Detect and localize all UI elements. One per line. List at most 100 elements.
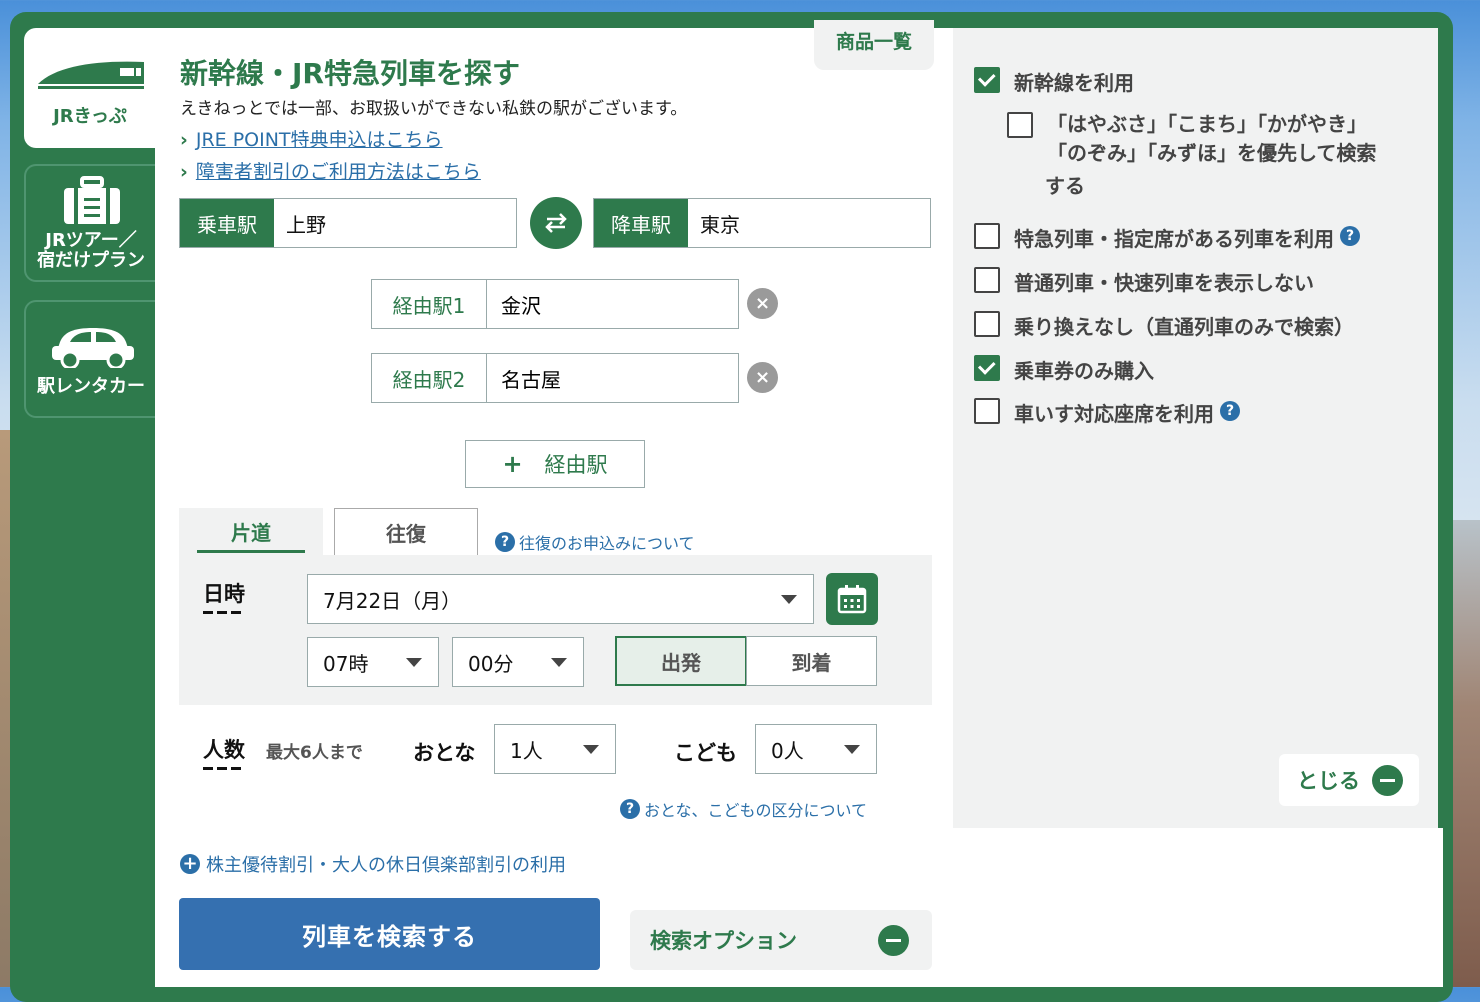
clear-via-2-button[interactable]: × — [747, 362, 778, 393]
discount-toggle-link[interactable]: + 株主優待割引・大人の休日倶楽部割引の利用 — [180, 851, 566, 877]
help-icon[interactable]: ? — [1340, 226, 1360, 246]
swap-stations-button[interactable] — [530, 197, 582, 249]
close-options-button[interactable]: とじる — [1279, 754, 1419, 806]
dropdown-arrow-icon — [406, 658, 422, 667]
via-station-2-field[interactable]: 経由駅2 名古屋 — [371, 353, 739, 403]
option-no-transfer-label: 乗り換えなし（直通列車のみで検索） — [1014, 315, 1354, 339]
nav-label-jr-ticket: JRきっぷ — [53, 106, 127, 127]
nav-item-rentacar[interactable]: 駅レンタカー — [24, 300, 156, 418]
minus-circle-icon — [1372, 765, 1403, 796]
calendar-icon — [837, 585, 867, 614]
page-title: 新幹線・JR特急列車を探す — [180, 57, 520, 90]
suitcase-icon — [64, 176, 120, 224]
search-options-label: 検索オプション — [650, 929, 797, 953]
passengers-label-text: 人数 — [203, 738, 245, 762]
round-trip-help-text: 往復のお申込みについて — [519, 534, 695, 553]
option-prioritize-label-line1: 「はやぶさ」「こまち」「かがやき」 — [1047, 112, 1367, 136]
option-wheelchair-seat[interactable]: 車いす対応座席を利用 ? — [974, 398, 1240, 427]
passenger-category-help-text: おとな、こどもの区分について — [644, 801, 868, 820]
date-select[interactable]: 7月22日（月） — [307, 574, 814, 624]
via-station-1-label: 経由駅1 — [372, 280, 487, 328]
minus-circle-icon — [878, 925, 909, 956]
add-via-label: 経由駅 — [544, 453, 608, 477]
hour-select[interactable]: 07時 — [307, 637, 439, 687]
option-shinkansen[interactable]: 新幹線を利用 — [974, 67, 1134, 96]
checkbox-checked[interactable] — [974, 67, 1000, 93]
product-list-tab[interactable]: 商品一覧 — [814, 20, 934, 70]
nav-item-tour[interactable]: JRツアー／ 宿だけプラン — [24, 164, 156, 282]
jre-point-link-text: JRE POINT特典申込はこちら — [195, 129, 443, 151]
departure-station-field[interactable]: 乗車駅 上野 — [179, 198, 517, 248]
option-ticket-only[interactable]: 乗車券のみ購入 — [974, 355, 1154, 384]
departure-station-value[interactable]: 上野 — [274, 199, 516, 247]
tab-round-trip-label: 往復 — [386, 521, 426, 546]
child-count-select[interactable]: 0人 — [755, 724, 877, 774]
option-ticket-only-label: 乗車券のみ購入 — [1014, 359, 1154, 383]
checkbox-unchecked[interactable] — [1007, 112, 1033, 138]
option-prioritize-label-line2: 「のぞみ」「みずほ」を優先して検索 — [1047, 141, 1377, 165]
help-icon: ? — [620, 799, 640, 819]
passenger-category-help-link[interactable]: ? おとな、こどもの区分について — [620, 797, 867, 821]
arrival-station-label: 降車駅 — [594, 199, 688, 247]
checkbox-unchecked[interactable] — [974, 398, 1000, 424]
via-station-1-field[interactable]: 経由駅1 金沢 — [371, 279, 739, 329]
nav-label-rentacar: 駅レンタカー — [37, 376, 145, 397]
options-panel-footer — [953, 828, 1443, 987]
option-shinkansen-label: 新幹線を利用 — [1014, 71, 1134, 95]
checkbox-unchecked[interactable] — [974, 311, 1000, 337]
option-wheelchair-label: 車いす対応座席を利用 — [1014, 402, 1214, 426]
add-via-station-button[interactable]: + 経由駅 — [465, 440, 645, 488]
option-prioritize-fast-trains[interactable]: 「はやぶさ」「こまち」「かがやき」 「のぞみ」「みずほ」を優先して検索 — [1007, 112, 1376, 168]
tab-round-trip[interactable]: 往復 — [334, 508, 478, 555]
arrival-station-field[interactable]: 降車駅 東京 — [593, 198, 931, 248]
nav-item-jr-ticket[interactable]: JRきっぷ — [24, 28, 156, 148]
chevron-right-icon: › — [180, 161, 188, 183]
date-select-value: 7月22日（月） — [323, 588, 462, 613]
close-options-label: とじる — [1297, 769, 1360, 793]
hour-select-value: 07時 — [323, 651, 369, 676]
disability-discount-link[interactable]: › 障害者割引のご利用方法はこちら — [180, 157, 481, 184]
discount-label: 株主優待割引・大人の休日倶楽部割引の利用 — [206, 855, 566, 876]
plus-icon: + — [502, 450, 523, 478]
option-prioritize-label-line3: する — [1045, 174, 1085, 198]
search-trains-button[interactable]: 列車を検索する — [179, 898, 600, 970]
swap-icon — [545, 213, 567, 233]
nav-label-tour-line1: JRツアー／ — [45, 230, 137, 251]
arrival-station-value[interactable]: 東京 — [688, 199, 930, 247]
clear-via-1-button[interactable]: × — [747, 288, 778, 319]
required-dash-mark — [203, 767, 245, 770]
round-trip-help-link[interactable]: ? 往復のお申込みについて — [495, 530, 695, 554]
adult-count-select[interactable]: 1人 — [494, 724, 616, 774]
checkbox-unchecked[interactable] — [974, 223, 1000, 249]
shinkansen-icon — [38, 61, 144, 89]
disability-discount-link-text: 障害者割引のご利用方法はこちら — [195, 161, 481, 183]
background-building-right — [1452, 520, 1480, 987]
option-no-transfer[interactable]: 乗り換えなし（直通列車のみで検索） — [974, 311, 1354, 340]
option-prioritize-label: 「はやぶさ」「こまち」「かがやき」 「のぞみ」「みずほ」を優先して検索 — [1047, 110, 1376, 168]
help-icon[interactable]: ? — [1220, 401, 1240, 421]
option-limited-express-label: 特急列車・指定席がある列車を利用 — [1014, 227, 1334, 251]
tab-one-way-label: 片道 — [231, 521, 271, 545]
dropdown-arrow-icon — [551, 658, 567, 667]
option-limited-express[interactable]: 特急列車・指定席がある列車を利用 ? — [974, 223, 1360, 252]
jre-point-link[interactable]: › JRE POINT特典申込はこちら — [180, 125, 443, 152]
adult-label: おとな — [413, 741, 476, 765]
minute-select[interactable]: 00分 — [452, 637, 584, 687]
minute-select-value: 00分 — [468, 651, 514, 676]
checkbox-unchecked[interactable] — [974, 267, 1000, 293]
search-options-button[interactable]: 検索オプション — [630, 910, 932, 970]
help-icon: ? — [495, 532, 515, 552]
depart-toggle[interactable]: 出発 — [615, 636, 747, 686]
via-station-2-value[interactable]: 名古屋 — [487, 354, 738, 402]
via-station-1-value[interactable]: 金沢 — [487, 280, 738, 328]
dropdown-arrow-icon — [583, 745, 599, 754]
option-hide-local-trains[interactable]: 普通列車・快速列車を表示しない — [974, 267, 1314, 296]
calendar-button[interactable] — [826, 573, 878, 625]
tab-one-way[interactable]: 片道 — [179, 508, 323, 555]
via-station-2-label: 経由駅2 — [372, 354, 487, 402]
checkbox-checked[interactable] — [974, 355, 1000, 381]
adult-count-value: 1人 — [510, 738, 543, 763]
car-icon — [52, 328, 134, 368]
child-count-value: 0人 — [771, 738, 804, 763]
arrive-toggle[interactable]: 到着 — [746, 636, 877, 686]
